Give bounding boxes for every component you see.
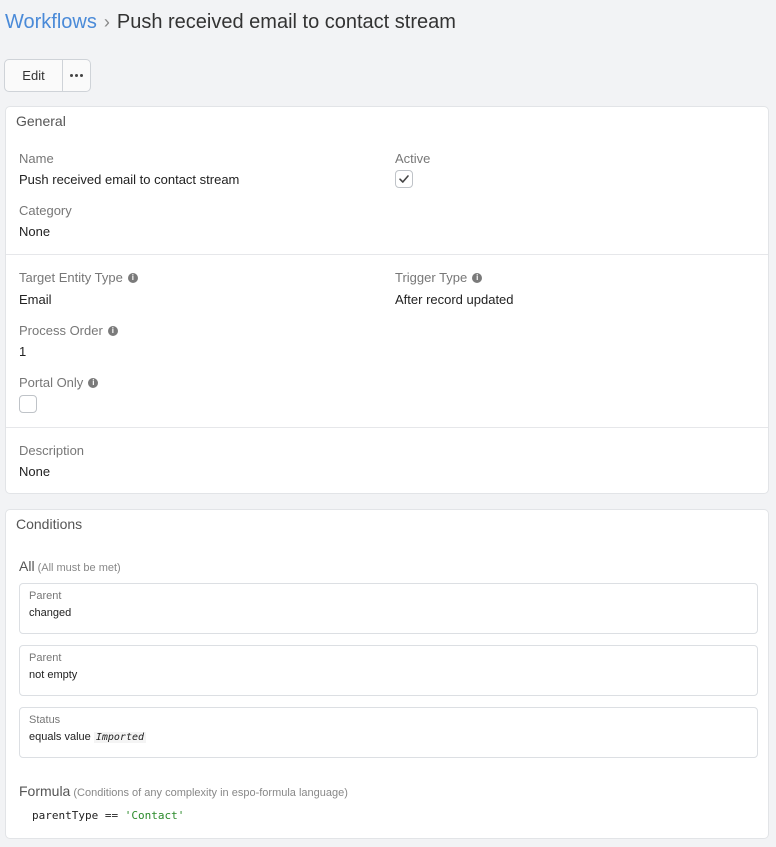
target-entity-type-label: Target Entity Type i — [19, 270, 138, 285]
formula-code-expression: parentType == — [32, 809, 125, 822]
target-entity-type-label-text: Target Entity Type — [19, 270, 123, 285]
condition-operator: equals value — [29, 731, 91, 743]
category-value: None — [19, 224, 51, 239]
all-group-label: All (All must be met) — [19, 558, 121, 574]
condition-field: Parent — [29, 590, 62, 602]
section-divider — [6, 254, 768, 255]
all-group-title: All — [19, 558, 35, 574]
portal-only-label-text: Portal Only — [19, 375, 84, 390]
panel-title-conditions: Conditions — [16, 516, 83, 532]
condition-item: Parent changed — [19, 583, 758, 634]
active-checkbox[interactable] — [395, 170, 413, 188]
trigger-type-value: After record updated — [395, 292, 514, 307]
active-label: Active — [395, 151, 431, 166]
record-toolbar: Edit — [4, 59, 91, 92]
condition-field: Status — [29, 714, 61, 726]
condition-description: changed — [29, 607, 72, 619]
conditions-panel: Conditions All (All must be met) Parent c… — [5, 509, 769, 839]
page-title: Push received email to contact stream — [116, 11, 456, 33]
condition-description: not empty — [29, 669, 78, 681]
process-order-label-text: Process Order — [19, 323, 103, 338]
checkmark-icon — [399, 175, 409, 183]
edit-button[interactable]: Edit — [4, 59, 63, 92]
target-entity-type-value: Email — [19, 292, 52, 307]
process-order-value: 1 — [19, 344, 27, 359]
info-icon[interactable]: i — [107, 325, 118, 336]
portal-only-checkbox[interactable] — [19, 395, 37, 413]
name-label: Name — [19, 151, 54, 166]
ellipsis-icon — [70, 74, 83, 77]
more-actions-button[interactable] — [63, 59, 91, 92]
breadcrumb-workflows-link[interactable]: Workflows — [5, 11, 97, 33]
formula-hint: (Conditions of any complexity in espo-fo… — [73, 787, 348, 799]
condition-description: equals value Imported — [29, 731, 147, 743]
condition-item: Status equals value Imported — [19, 707, 758, 758]
condition-field: Parent — [29, 652, 62, 664]
condition-value: Imported — [93, 732, 147, 743]
process-order-label: Process Order i — [19, 323, 118, 338]
formula-title: Formula — [19, 783, 71, 799]
portal-only-label: Portal Only i — [19, 375, 99, 390]
breadcrumb-separator: › — [103, 12, 110, 32]
category-label: Category — [19, 203, 72, 218]
description-value: None — [19, 464, 51, 479]
formula-code: parentType == 'Contact' — [32, 809, 184, 822]
all-group-hint: (All must be met) — [37, 562, 121, 574]
name-value: Push received email to contact stream — [19, 172, 240, 187]
info-icon[interactable]: i — [88, 377, 99, 388]
formula-label: Formula (Conditions of any complexity in … — [19, 783, 348, 799]
breadcrumb: Workflows › Push received email to contact… — [5, 8, 456, 36]
trigger-type-label-text: Trigger Type — [395, 270, 468, 285]
description-label: Description — [19, 443, 85, 458]
panel-title-general: General — [16, 113, 66, 129]
condition-item: Parent not empty — [19, 645, 758, 696]
info-icon[interactable]: i — [472, 272, 483, 283]
section-divider — [6, 427, 768, 428]
info-icon[interactable]: i — [127, 272, 138, 283]
general-panel: General Name Push received email to cont… — [5, 106, 769, 494]
formula-code-string: 'Contact' — [124, 809, 185, 822]
trigger-type-label: Trigger Type i — [395, 270, 483, 285]
